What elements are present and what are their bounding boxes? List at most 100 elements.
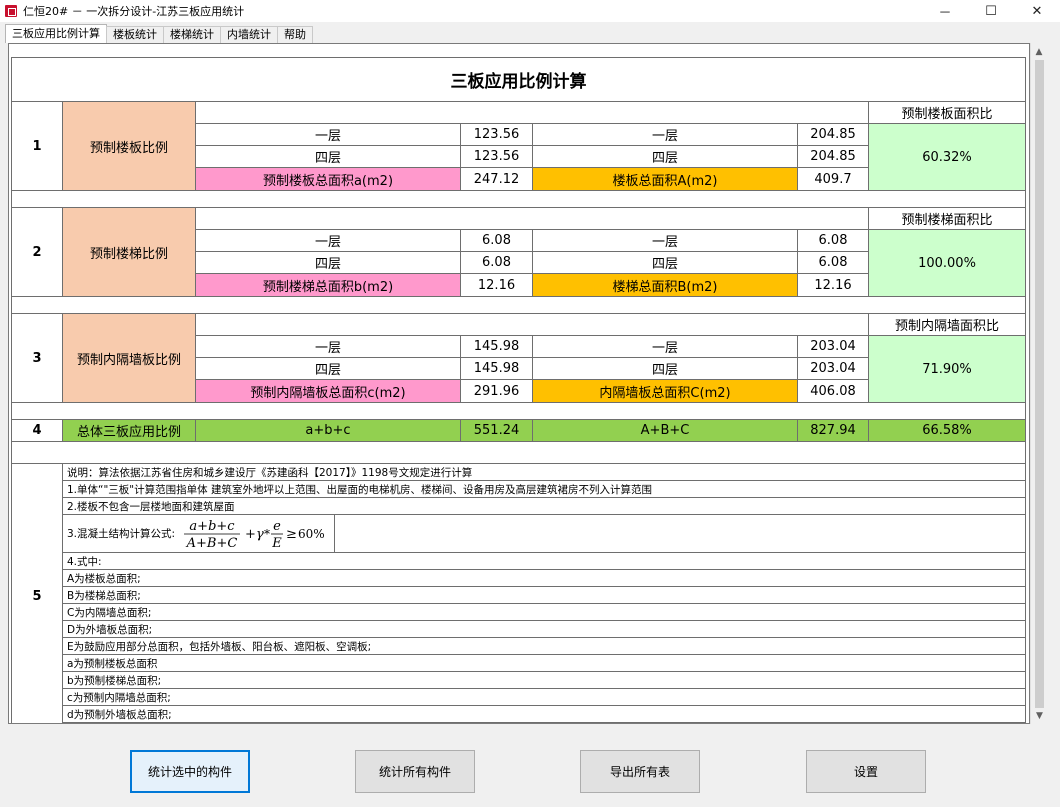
precast-total-value: 291.96 (461, 380, 533, 403)
floor-name-cell: 一层 (533, 124, 798, 146)
note-line: A为楼板总面积; (63, 570, 1026, 587)
tab-help[interactable]: 帮助 (277, 26, 313, 43)
formula-numerator: a+b+c (189, 519, 235, 534)
floor-name-cell: 一层 (196, 230, 461, 252)
precast-sum-label: a+b+c (196, 420, 461, 442)
title-bar: 仁恒20# － 一次拆分设计-江苏三板应用统计 － ☐ ✕ (0, 0, 1060, 22)
floor-name-cell: 四层 (533, 358, 798, 380)
note-line: E为鼓励应用部分总面积，包括外墙板、阳台板、遮阳板、空调板; (63, 638, 1026, 655)
value-cell: 6.08 (461, 252, 533, 274)
note-line: c为预制内隔墙总面积; (63, 689, 1026, 706)
note-line: b为预制楼梯总面积; (63, 672, 1026, 689)
formula-times: * (264, 527, 270, 541)
maximize-icon[interactable]: ☐ (968, 0, 1014, 22)
floor-name-cell: 四层 (196, 146, 461, 168)
value-cell: 145.98 (461, 358, 533, 380)
value-cell: 123.56 (461, 124, 533, 146)
tab-wall-stats[interactable]: 内墙统计 (220, 26, 278, 43)
note-line: D为外墙板总面积; (63, 621, 1026, 638)
total-sum-label: A+B+C (533, 420, 798, 442)
total-label: 总体三板应用比例 (63, 420, 196, 442)
value-cell: 6.08 (461, 230, 533, 252)
ratio-header: 预制内隔墙面积比 (869, 314, 1026, 336)
floor-name-cell: 一层 (196, 336, 461, 358)
tab-stair-stats[interactable]: 楼梯统计 (163, 26, 221, 43)
floor-name-cell: 四层 (533, 252, 798, 274)
value-cell: 204.85 (798, 124, 869, 146)
total-area-label: 内隔墙板总面积C(m2) (533, 380, 798, 403)
formula-gamma: γ (256, 527, 264, 542)
row-number: 5 (11, 464, 63, 723)
section-label: 预制楼板比例 (63, 102, 196, 191)
formula-denominator: A+B+C (186, 536, 238, 551)
note-line: d为预制外墙板总面积; (63, 706, 1026, 723)
formula-e: e (273, 519, 281, 534)
vertical-scrollbar[interactable]: ▲ ▼ (1030, 43, 1047, 724)
app-icon (5, 5, 17, 17)
precast-sum-value: 551.24 (461, 420, 533, 442)
row-number: 4 (11, 420, 63, 442)
total-sum-value: 827.94 (798, 420, 869, 442)
spacer-row (11, 191, 1026, 208)
ratio-value: 100.00% (869, 230, 1026, 297)
floor-name-cell: 四层 (196, 358, 461, 380)
note-line: C为内隔墙总面积; (63, 604, 1026, 621)
row-number: 2 (11, 208, 63, 297)
tab-floor-stats[interactable]: 楼板统计 (106, 26, 164, 43)
value-cell: 203.04 (798, 336, 869, 358)
floor-name-cell: 四层 (533, 146, 798, 168)
section-label: 预制楼梯比例 (63, 208, 196, 297)
ratio-header: 预制楼板面积比 (869, 102, 1026, 124)
note-line: 3.混凝土结构计算公式: (67, 528, 176, 540)
note-line: 4.式中: (63, 553, 1026, 570)
tab-strip: 三板应用比例计算 楼板统计 楼梯统计 内墙统计 帮助 (5, 24, 313, 43)
ratio-header: 预制楼梯面积比 (869, 208, 1026, 230)
stat-selected-button[interactable]: 统计选中的构件 (130, 750, 250, 793)
settings-button[interactable]: 设置 (806, 750, 926, 793)
formula-image: a+b+c A+B+C + γ * e E ≥ 60% (184, 519, 325, 551)
export-tables-button[interactable]: 导出所有表 (580, 750, 700, 793)
formula-plus: + (245, 527, 256, 542)
floor-name-cell: 一层 (533, 230, 798, 252)
blank-cell (196, 102, 869, 124)
sheet-panel: 三板应用比例计算 1 预制楼板比例 预制楼板面积比 一层 123.56 一层 2… (8, 43, 1030, 724)
scroll-thumb[interactable] (1035, 60, 1044, 708)
note-line: 说明：算法依据江苏省住房和城乡建设厅《苏建函科【2017】》1198号文规定进行… (63, 464, 1026, 481)
scroll-up-icon[interactable]: ▲ (1031, 43, 1047, 60)
total-area-label: 楼梯总面积B(m2) (533, 274, 798, 297)
precast-total-label: 预制楼板总面积a(m2) (196, 168, 461, 191)
floor-name-cell: 一层 (533, 336, 798, 358)
precast-total-label: 预制内隔墙板总面积c(m2) (196, 380, 461, 403)
row-number: 1 (11, 102, 63, 191)
formula-row: 3.混凝土结构计算公式: a+b+c A+B+C + γ * e E ≥ 60% (63, 515, 1026, 553)
note-line: 2.楼板不包含一层楼地面和建筑屋面 (63, 498, 1026, 515)
section-label: 预制内隔墙板比例 (63, 314, 196, 403)
value-cell: 145.98 (461, 336, 533, 358)
minimize-icon[interactable]: － (922, 0, 968, 22)
tab-ratio-calc[interactable]: 三板应用比例计算 (5, 24, 107, 43)
spacer-row (11, 297, 1026, 314)
spacer-row (11, 442, 1026, 464)
ratio-value: 71.90% (869, 336, 1026, 403)
window-title: 仁恒20# － 一次拆分设计-江苏三板应用统计 (23, 5, 245, 18)
window-controls: － ☐ ✕ (922, 0, 1060, 22)
formula-ge: ≥ (286, 527, 297, 542)
stat-all-button[interactable]: 统计所有构件 (355, 750, 475, 793)
total-area-value: 406.08 (798, 380, 869, 403)
value-cell: 204.85 (798, 146, 869, 168)
total-area-value: 409.7 (798, 168, 869, 191)
blank-cell (196, 314, 869, 336)
scroll-down-icon[interactable]: ▼ (1031, 707, 1048, 724)
sheet-title: 三板应用比例计算 (11, 57, 1026, 102)
close-icon[interactable]: ✕ (1014, 0, 1060, 22)
row-number: 3 (11, 314, 63, 403)
value-cell: 203.04 (798, 358, 869, 380)
total-area-value: 12.16 (798, 274, 869, 297)
note-line: a为预制楼板总面积 (63, 655, 1026, 672)
precast-total-value: 12.16 (461, 274, 533, 297)
overall-ratio: 66.58% (869, 420, 1026, 442)
note-line: 1.单体“"三板"计算范围指单体 建筑室外地坪以上范围、出屋面的电梯机房、楼梯间… (63, 481, 1026, 498)
spacer-row (11, 403, 1026, 420)
precast-total-value: 247.12 (461, 168, 533, 191)
formula: a+b+c A+B+C + γ * e E ≥ 60% (178, 515, 335, 552)
